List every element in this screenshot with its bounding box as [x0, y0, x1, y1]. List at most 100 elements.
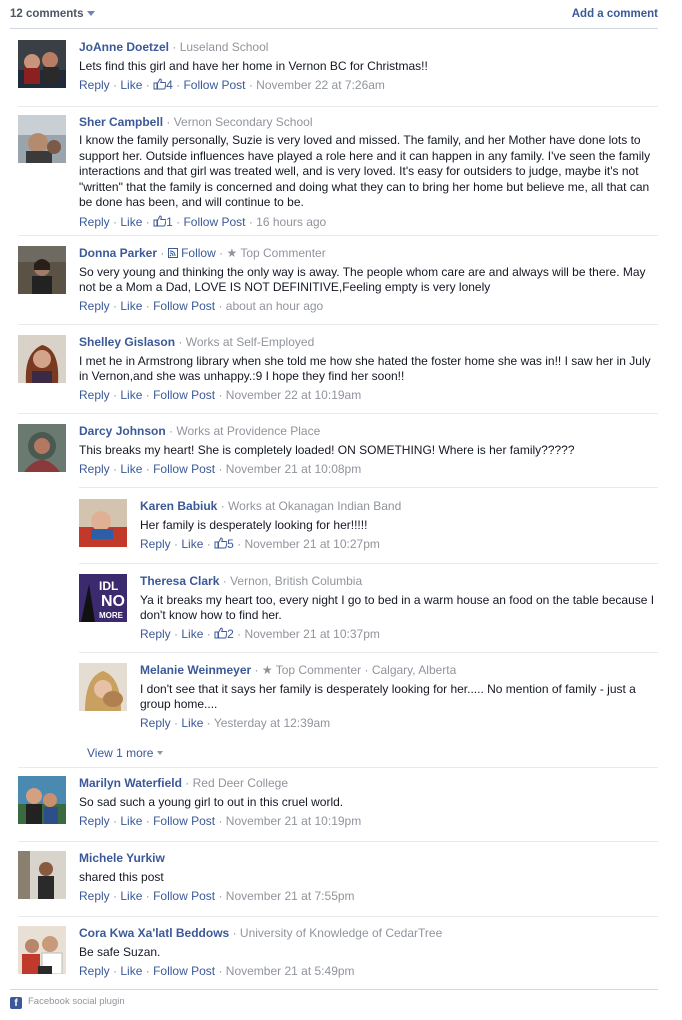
separator-dot: ·: [218, 814, 223, 828]
separator-dot: ·: [113, 964, 118, 978]
commenter-name[interactable]: Cora Kwa Xa'latl Beddows: [79, 926, 229, 940]
svg-text:IDL: IDL: [99, 579, 118, 593]
view-more-replies-link[interactable]: View 1 more: [87, 746, 164, 760]
reply-link[interactable]: Reply: [79, 462, 110, 476]
avatar[interactable]: [18, 926, 66, 974]
avatar[interactable]: [18, 851, 66, 899]
commenter-school[interactable]: Red Deer College: [193, 776, 288, 790]
like-link[interactable]: Like: [120, 299, 142, 313]
follow-post-link[interactable]: Follow Post: [153, 462, 215, 476]
timestamp[interactable]: November 21 at 10:19pm: [226, 814, 361, 828]
commenter-name[interactable]: Sher Campbell: [79, 115, 163, 129]
avatar[interactable]: [18, 40, 66, 88]
commenter-location[interactable]: Calgary, Alberta: [372, 663, 457, 677]
add-comment-link[interactable]: Add a comment: [572, 8, 658, 20]
timestamp[interactable]: November 21 at 5:49pm: [226, 964, 355, 978]
commenter-workplace[interactable]: Providence Place: [227, 424, 320, 438]
facebook-icon[interactable]: f: [10, 997, 22, 1009]
commenter-name[interactable]: Melanie Weinmeyer: [140, 663, 251, 677]
timestamp[interactable]: November 21 at 10:08pm: [226, 462, 361, 476]
reply-comment: Melanie Weinmeyer · ★ Top Commenter · Ca…: [79, 663, 658, 735]
separator-dot: ·: [237, 537, 242, 551]
reply-link[interactable]: Reply: [79, 388, 110, 402]
like-link[interactable]: Like: [120, 78, 142, 92]
follow-post-link[interactable]: Follow Post: [153, 964, 215, 978]
like-link[interactable]: Like: [181, 537, 203, 551]
reply-link[interactable]: Reply: [140, 716, 171, 730]
commenter-name[interactable]: Shelley Gislason: [79, 335, 175, 349]
avatar[interactable]: [79, 499, 127, 547]
like-count[interactable]: 4: [153, 78, 173, 92]
separator-dot: ·: [206, 537, 211, 551]
commenter-name[interactable]: JoAnne Doetzel: [79, 40, 169, 54]
commenter-workplace[interactable]: Self-Employed: [236, 335, 314, 349]
like-link[interactable]: Like: [120, 964, 142, 978]
like-link[interactable]: Like: [181, 627, 203, 641]
timestamp[interactable]: November 21 at 10:37pm: [244, 627, 379, 641]
separator-dot: ·: [176, 214, 181, 229]
divider: [18, 235, 658, 236]
like-count[interactable]: 2: [214, 627, 234, 641]
reply-link[interactable]: Reply: [79, 299, 110, 313]
comment: Donna Parker · Follow · ★ Top Commenter …: [18, 246, 658, 318]
timestamp[interactable]: November 21 at 10:27pm: [244, 537, 379, 551]
reply-link[interactable]: Reply: [79, 215, 110, 229]
reply-link[interactable]: Reply: [79, 964, 110, 978]
timestamp[interactable]: about an hour ago: [226, 299, 323, 313]
reply-link[interactable]: Reply: [79, 889, 110, 903]
social-plugin-link[interactable]: Facebook social plugin: [28, 996, 125, 1007]
reply-link[interactable]: Reply: [79, 814, 110, 828]
commenter-name[interactable]: Karen Babiuk: [140, 499, 217, 513]
separator-dot: ·: [166, 115, 171, 129]
commenter-name[interactable]: Theresa Clark: [140, 574, 219, 588]
avatar[interactable]: [18, 335, 66, 383]
separator-dot: ·: [145, 299, 150, 313]
reply-link[interactable]: Reply: [140, 627, 171, 641]
commenter-workplace[interactable]: Okanagan Indian Band: [279, 499, 402, 513]
comment: Shelley Gislason · Works at Self-Employe…: [18, 335, 658, 407]
commenter-name[interactable]: Darcy Johnson: [79, 424, 166, 438]
separator-dot: ·: [145, 964, 150, 978]
separator-dot: ·: [174, 537, 179, 551]
commenter-name[interactable]: Marilyn Waterfield: [79, 776, 182, 790]
avatar[interactable]: [79, 663, 127, 711]
avatar[interactable]: [18, 776, 66, 824]
timestamp[interactable]: Yesterday at 12:39am: [214, 716, 330, 730]
comment-count-sort[interactable]: 12 comments: [10, 8, 95, 20]
like-count[interactable]: 1: [153, 215, 173, 229]
like-link[interactable]: Like: [120, 814, 142, 828]
divider: [18, 916, 658, 917]
timestamp[interactable]: November 22 at 10:19am: [226, 388, 361, 402]
follow-post-link[interactable]: Follow Post: [153, 388, 215, 402]
follow-post-link[interactable]: Follow Post: [153, 889, 215, 903]
follow-post-link[interactable]: Follow Post: [153, 299, 215, 313]
avatar[interactable]: [18, 115, 66, 163]
separator-dot: ·: [232, 926, 237, 940]
like-count[interactable]: 5: [214, 537, 234, 551]
timestamp[interactable]: November 21 at 7:55pm: [226, 889, 355, 903]
commenter-school[interactable]: University of Knowledge of CedarTree: [240, 926, 442, 940]
commenter-meta: Vernon Secondary School: [173, 115, 313, 129]
commenter-name[interactable]: Michele Yurkiw: [79, 851, 165, 865]
separator-dot: ·: [178, 335, 183, 349]
follow-post-link[interactable]: Follow Post: [183, 215, 245, 229]
timestamp[interactable]: 16 hours ago: [256, 215, 326, 229]
separator-dot: ·: [113, 214, 118, 229]
follow-commenter[interactable]: Follow: [167, 246, 216, 260]
like-link[interactable]: Like: [120, 215, 142, 229]
follow-post-link[interactable]: Follow Post: [183, 78, 245, 92]
like-link[interactable]: Like: [181, 716, 203, 730]
avatar[interactable]: [18, 246, 66, 294]
timestamp[interactable]: November 22 at 7:26am: [256, 78, 385, 92]
reply-link[interactable]: Reply: [140, 537, 171, 551]
comment-text: Ya it breaks my heart too, every night I…: [140, 593, 655, 622]
avatar[interactable]: IDL NO MORE: [79, 574, 127, 622]
avatar[interactable]: [18, 424, 66, 472]
reply-link[interactable]: Reply: [79, 78, 110, 92]
follow-post-link[interactable]: Follow Post: [153, 814, 215, 828]
commenter-location[interactable]: Vernon, British Columbia: [230, 574, 362, 588]
like-link[interactable]: Like: [120, 388, 142, 402]
like-link[interactable]: Like: [120, 889, 142, 903]
commenter-name[interactable]: Donna Parker: [79, 246, 157, 260]
like-link[interactable]: Like: [120, 462, 142, 476]
